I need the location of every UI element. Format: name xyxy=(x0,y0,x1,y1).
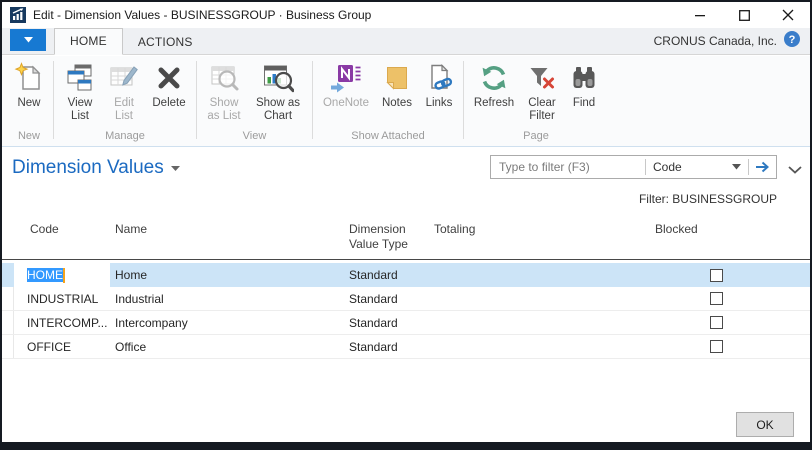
clear-filter-icon xyxy=(526,62,558,94)
find-icon xyxy=(568,62,600,94)
find-button[interactable]: Find xyxy=(565,59,603,110)
row-selector-gutter xyxy=(2,222,14,252)
collapse-header-button[interactable] xyxy=(788,161,802,179)
ribbon-group-show-attached: OneNote Notes xyxy=(313,56,463,146)
blocked-checkbox[interactable] xyxy=(710,269,723,282)
app-menu-icon xyxy=(24,37,33,43)
notes-icon xyxy=(381,62,413,94)
minimize-icon xyxy=(695,14,706,17)
notes-button[interactable]: Notes xyxy=(377,59,417,110)
clear-filter-button[interactable]: Clear Filter xyxy=(522,59,562,123)
refresh-icon xyxy=(478,62,510,94)
ribbon-group-page: Refresh Clear Filter xyxy=(464,56,608,146)
collapse-chevron-icon xyxy=(788,166,802,174)
show-as-chart-icon xyxy=(262,62,294,94)
blocked-checkbox[interactable] xyxy=(710,292,723,305)
group-caption-show-attached: Show Attached xyxy=(318,129,458,146)
maximize-icon xyxy=(739,10,750,21)
group-caption-view: View xyxy=(202,129,307,146)
filter-box: Code xyxy=(490,155,777,179)
page-header: Dimension Values Code Filter: BUSINESSGR… xyxy=(2,148,810,215)
edit-list-icon xyxy=(108,62,140,94)
minimize-button[interactable] xyxy=(678,2,722,28)
page-title[interactable]: Dimension Values xyxy=(12,157,180,179)
ribbon-group-view: Show as List Show as Chart xyxy=(197,56,312,146)
row-selector-gutter[interactable] xyxy=(2,287,14,310)
column-header-name[interactable]: Name xyxy=(110,222,345,252)
ribbon-group-new: New New xyxy=(5,56,53,146)
delete-icon xyxy=(153,62,185,94)
nav-app-icon xyxy=(10,7,26,23)
filter-column-dropdown[interactable]: Code xyxy=(646,160,748,174)
window-controls xyxy=(678,2,810,28)
title-bar: Edit - Dimension Values - BUSINESSGROUP … xyxy=(2,2,810,28)
group-caption-new: New xyxy=(10,129,48,146)
group-caption-page: Page xyxy=(469,129,603,146)
show-as-list-button[interactable]: Show as List xyxy=(202,59,246,123)
help-icon[interactable]: ? xyxy=(784,31,800,52)
column-header-dimension-value-type[interactable]: Dimension Value Type xyxy=(345,222,430,252)
go-arrow-icon xyxy=(755,161,770,173)
column-header-totaling[interactable]: Totaling xyxy=(430,222,650,252)
tab-home[interactable]: HOME xyxy=(54,28,123,55)
ribbon-group-manage: View List Edit List Delete xyxy=(54,56,196,146)
table-header-row: Code Name Dimension Value Type Totaling … xyxy=(2,215,810,252)
ribbon-tab-strip: HOME ACTIONS CRONUS Canada, Inc. ? xyxy=(2,28,810,55)
maximize-button[interactable] xyxy=(722,2,766,28)
page-title-caret-icon xyxy=(171,165,180,172)
apply-filter-button[interactable] xyxy=(749,156,776,178)
table-row[interactable]: INDUSTRIAL Industrial Standard xyxy=(2,287,810,311)
grid-area: Code Name Dimension Value Type Totaling … xyxy=(2,215,810,442)
ribbon: New New View List xyxy=(2,56,810,147)
window-title: Edit - Dimension Values - BUSINESSGROUP … xyxy=(33,8,371,22)
onenote-button[interactable]: OneNote xyxy=(318,59,374,110)
row-selector-gutter[interactable] xyxy=(2,311,14,334)
blocked-checkbox[interactable] xyxy=(710,316,723,329)
dropdown-caret-icon xyxy=(732,164,741,170)
close-button[interactable] xyxy=(766,2,810,28)
app-window: Edit - Dimension Values - BUSINESSGROUP … xyxy=(0,0,812,450)
column-header-code[interactable]: Code xyxy=(14,222,110,252)
table-row[interactable]: OFFICE Office Standard xyxy=(2,335,810,359)
filter-input[interactable] xyxy=(491,160,645,174)
view-list-icon xyxy=(64,62,96,94)
table-row[interactable]: HOME Home Standard xyxy=(2,263,810,287)
blocked-checkbox[interactable] xyxy=(710,340,723,353)
table-row[interactable]: INTERCOMP... Intercompany Standard xyxy=(2,311,810,335)
code-cell-editing[interactable]: HOME xyxy=(14,263,110,287)
onenote-icon xyxy=(330,62,362,94)
row-selector-gutter[interactable] xyxy=(2,263,14,287)
new-button[interactable]: New xyxy=(10,59,48,110)
show-as-list-icon xyxy=(208,62,240,94)
close-icon xyxy=(782,9,794,21)
view-list-button[interactable]: View List xyxy=(59,59,101,123)
links-icon xyxy=(423,62,455,94)
delete-button[interactable]: Delete xyxy=(147,59,191,110)
refresh-button[interactable]: Refresh xyxy=(469,59,519,110)
company-name: CRONUS Canada, Inc. xyxy=(654,34,777,48)
application-menu-button[interactable] xyxy=(10,29,46,51)
tab-actions[interactable]: ACTIONS xyxy=(123,30,208,55)
row-selector-gutter[interactable] xyxy=(2,335,14,358)
svg-text:?: ? xyxy=(789,34,796,46)
links-button[interactable]: Links xyxy=(420,59,458,110)
text-caret xyxy=(63,268,65,283)
group-caption-manage: Manage xyxy=(59,129,191,146)
applied-filter-label: Filter: BUSINESSGROUP xyxy=(639,192,777,206)
column-header-blocked[interactable]: Blocked xyxy=(650,222,810,252)
show-as-chart-button[interactable]: Show as Chart xyxy=(249,59,307,123)
edit-list-button[interactable]: Edit List xyxy=(104,59,144,123)
header-divider xyxy=(2,259,810,260)
ok-button[interactable]: OK xyxy=(736,412,794,437)
new-document-icon xyxy=(13,62,45,94)
